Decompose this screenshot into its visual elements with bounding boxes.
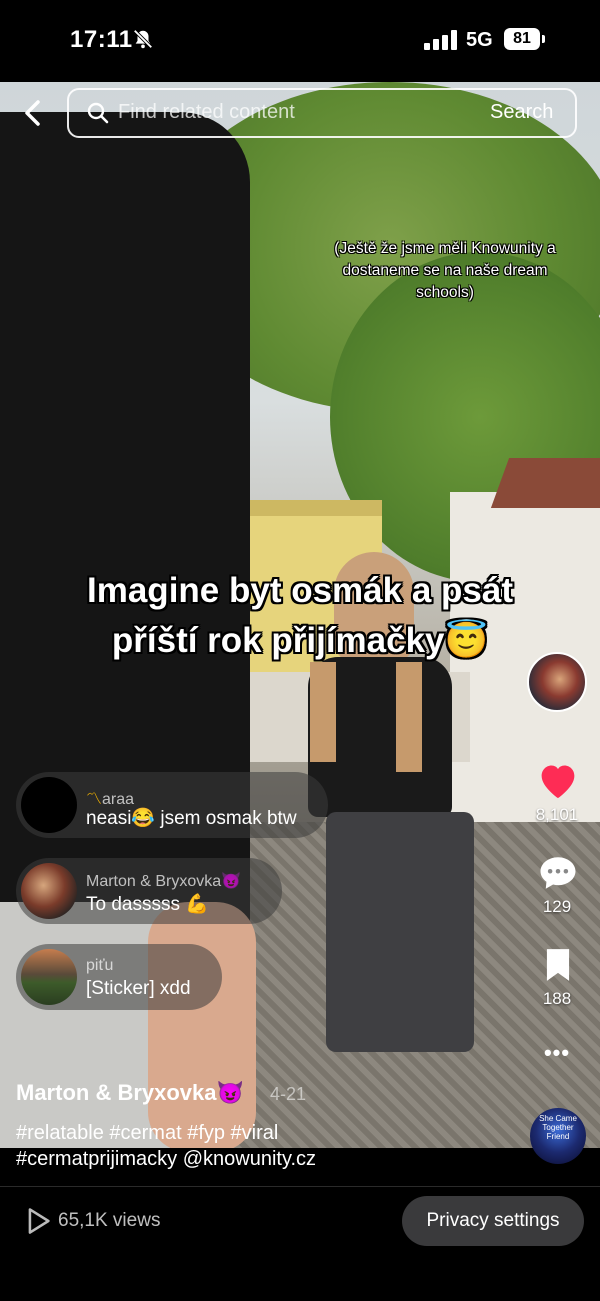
comment-icon[interactable] <box>537 852 579 894</box>
comment-bubble[interactable]: Marton & Bryxovka😈 To dasssss 💪 <box>16 858 282 924</box>
more-options-icon[interactable]: ••• <box>527 1040 587 1066</box>
comment-text: To dasssss 💪 <box>86 894 209 915</box>
video-caption-main: Imagine byt osmák a psát příští rok přij… <box>40 566 560 666</box>
sound-disc-label: She Came Together Friend <box>539 1114 577 1141</box>
avatar[interactable] <box>21 863 77 919</box>
video-caption-line: Imagine byt osmák a psát <box>87 571 513 610</box>
network-type: 5G <box>466 29 493 51</box>
search-input[interactable]: Find related content <box>118 101 295 124</box>
search-button[interactable]: Search <box>490 101 553 124</box>
search-icon <box>87 102 109 124</box>
comment-text: neasi😂 jsem osmak btw <box>86 808 297 829</box>
signal-icon <box>424 30 457 50</box>
creator-avatar[interactable] <box>527 652 587 712</box>
battery-level: 81 <box>504 28 540 50</box>
view-count: 65,1K views <box>58 1210 161 1231</box>
like-count: 8,101 <box>535 805 579 824</box>
video-caption-small: (Ještě že jsme měli Knowunity a dostanem… <box>334 240 556 301</box>
back-arrow-icon[interactable] <box>18 96 48 130</box>
comment-username: Marton & Bryxovka😈 <box>86 873 242 890</box>
play-icon <box>28 1208 50 1234</box>
comment-bubble[interactable]: piťu [Sticker] xdd <box>16 944 222 1010</box>
comment-count: 129 <box>542 897 572 916</box>
post-author[interactable]: Marton & Bryxovka😈 <box>16 1080 244 1106</box>
sound-disc[interactable]: She Came Together Friend <box>530 1108 586 1164</box>
battery-icon: 81 <box>504 28 546 50</box>
avatar[interactable] <box>21 777 77 833</box>
hashtag-line[interactable]: #relatable #cermat #fyp #viral <box>16 1120 536 1146</box>
bookmark-icon[interactable] <box>542 946 574 984</box>
avatar[interactable] <box>21 949 77 1005</box>
comment-text: [Sticker] xdd <box>86 978 191 999</box>
comment-bubble[interactable]: 〽araa neasi😂 jsem osmak btw <box>16 772 328 838</box>
post-date: 4-21 <box>270 1084 307 1104</box>
hashtag-line[interactable]: #cermatprijimacky @knowunity.cz <box>16 1146 536 1172</box>
privacy-settings-button[interactable]: Privacy settings <box>402 1196 584 1246</box>
video-caption-line: příští rok přijímačky😇 <box>111 621 489 660</box>
status-time: 17:11 <box>70 26 133 53</box>
comment-username: piťu <box>86 957 114 974</box>
heart-icon[interactable] <box>536 760 580 800</box>
post-description: #relatable #cermat #fyp #viral #cermatpr… <box>16 1120 536 1172</box>
muted-bell-icon <box>133 29 153 49</box>
save-count: 188 <box>542 989 572 1008</box>
